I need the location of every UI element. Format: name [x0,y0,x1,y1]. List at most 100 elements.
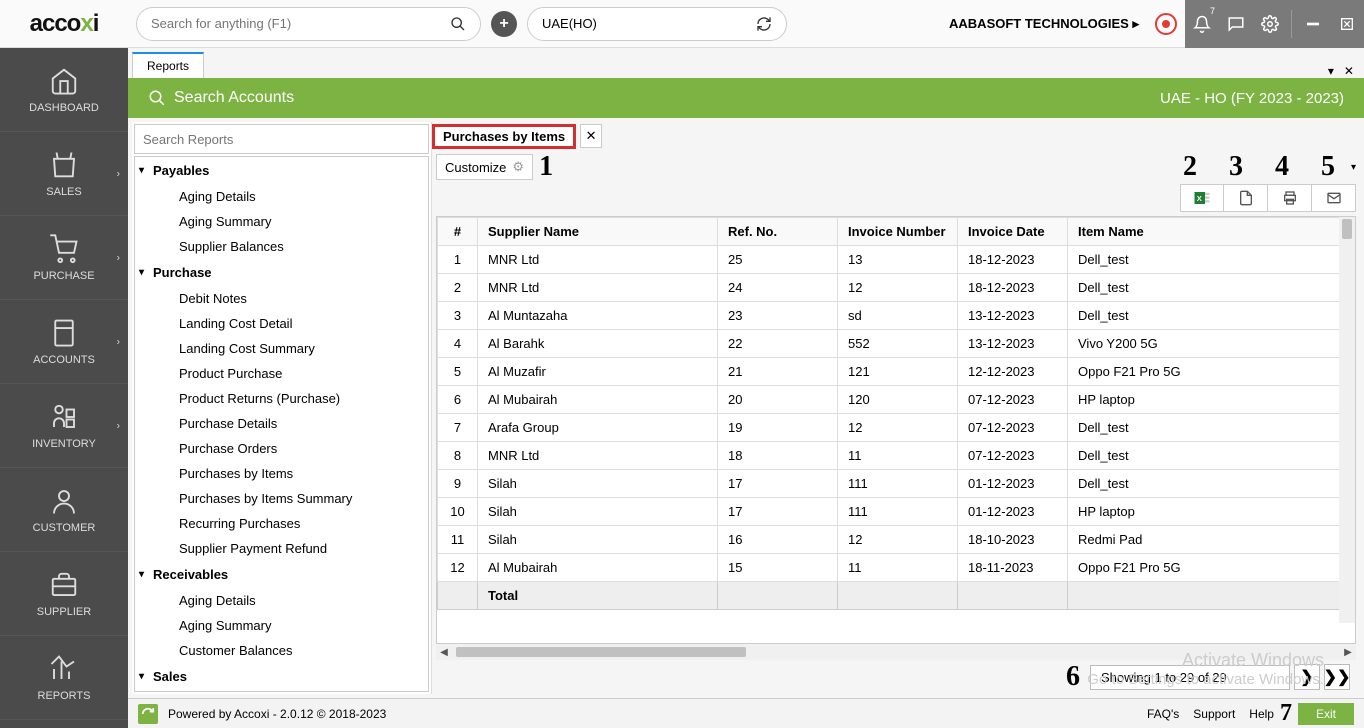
tree-leaf[interactable]: Supplier Balances [135,234,428,259]
col-num[interactable]: # [438,218,478,246]
table-row[interactable]: 12Al Mubairah151118-11-2023Oppo F21 Pro … [438,554,1355,582]
nav-label: PURCHASE [33,270,94,282]
tree-leaf[interactable]: Aging Details [135,184,428,209]
table-row[interactable]: 2MNR Ltd241218-12-2023Dell_test [438,274,1355,302]
pager-last[interactable]: ❯❯ [1324,664,1350,690]
settings-button[interactable] [1253,0,1287,48]
tree-leaf[interactable]: Aging Details [135,588,428,613]
company-name[interactable]: AABASOFT TECHNOLOGIES [949,16,1147,32]
support-link[interactable]: Support [1193,707,1235,721]
refresh-button[interactable] [138,704,158,724]
tree-group-sales[interactable]: Sales [135,663,428,690]
nav-label: ACCOUNTS [33,354,95,366]
tree-search-input[interactable] [135,125,428,153]
search-icon [148,89,166,107]
tree-leaf[interactable]: Supplier Payment Refund [135,536,428,561]
close-icon [1339,16,1355,32]
table-row[interactable]: 9Silah1711101-12-2023Dell_test [438,470,1355,498]
nav-purchase[interactable]: PURCHASE› [0,216,128,300]
nav-supplier[interactable]: SUPPLIER [0,552,128,636]
tree-leaf[interactable]: Customer Balances [135,638,428,663]
annotation-4: 4 [1275,151,1289,183]
nav-reports[interactable]: REPORTS [0,636,128,720]
horizontal-scrollbar[interactable]: ◀▶ [436,644,1356,660]
export-pdf-button[interactable] [1224,184,1268,212]
tree-leaf[interactable]: Purchases by Items Summary [135,486,428,511]
user-icon [49,486,79,516]
table-row[interactable]: 7Arafa Group191207-12-2023Dell_test [438,414,1355,442]
greenbar-title[interactable]: Search Accounts [174,89,294,107]
col-invoice-date[interactable]: Invoice Date [958,218,1068,246]
notifications-button[interactable]: 7 [1185,0,1219,48]
tree-leaf[interactable]: Purchase Orders [135,436,428,461]
search-icon [450,16,466,32]
table-row[interactable]: 1MNR Ltd251318-12-2023Dell_test [438,246,1355,274]
global-search[interactable] [136,7,481,41]
table-row[interactable]: 11Silah161218-10-2023Redmi Pad [438,526,1355,554]
tree-leaf[interactable]: Product Purchase [135,361,428,386]
cart-icon [49,234,79,264]
col-ref[interactable]: Ref. No. [718,218,838,246]
table-row[interactable]: 4Al Barahk2255213-12-2023Vivo Y200 5G [438,330,1355,358]
print-button[interactable] [1268,184,1312,212]
col-item[interactable]: Item Name [1068,218,1355,246]
tree-leaf[interactable]: Landing Cost Summary [135,336,428,361]
nav-accounts[interactable]: ACCOUNTS› [0,300,128,384]
nav-label: SALES [46,186,81,198]
help-link[interactable]: Help [1249,707,1274,721]
export-excel-button[interactable]: X [1180,184,1224,212]
annotation-5: 5 [1321,151,1335,183]
email-button[interactable] [1312,184,1356,212]
report-tab-close[interactable]: ✕ [580,124,602,148]
tree-leaf[interactable]: Recurring Purchases [135,511,428,536]
print-icon [1282,190,1298,206]
exit-button[interactable]: Exit [1298,703,1354,725]
fiscal-year: UAE - HO (FY 2023 - 2023) [1160,90,1344,107]
report-tab-active[interactable]: Purchases by Items [432,124,576,149]
briefcase-icon [49,570,79,600]
add-button[interactable]: + [491,11,517,37]
col-supplier[interactable]: Supplier Name [478,218,718,246]
nav-dashboard[interactable]: DASHBOARD [0,48,128,132]
alert-indicator[interactable] [1155,13,1177,35]
tab-reports[interactable]: Reports [132,52,204,78]
nav-customer[interactable]: CUSTOMER [0,468,128,552]
branch-selector[interactable]: UAE(HO) [527,7,787,41]
dropdown-caret-icon[interactable]: ▾ [1351,162,1356,173]
gear-icon [1261,15,1279,33]
report-table: # Supplier Name Ref. No. Invoice Number … [437,217,1355,610]
messages-button[interactable] [1219,0,1253,48]
col-invoice-no[interactable]: Invoice Number [838,218,958,246]
tree-leaf[interactable]: Product Returns (Purchase) [135,386,428,411]
table-row[interactable]: 3Al Muntazaha23sd13-12-2023Dell_test [438,302,1355,330]
window-controls[interactable]: ▾ ✕ [1328,64,1364,78]
tree-leaf[interactable]: Purchase Details [135,411,428,436]
tree-leaf[interactable]: Debit Notes [135,286,428,311]
tree-group-receivables[interactable]: Receivables [135,561,428,588]
tree-leaf[interactable]: Aging Summary [135,613,428,638]
faqs-link[interactable]: FAQ's [1147,707,1179,721]
vertical-scrollbar[interactable] [1339,217,1355,623]
tree-search[interactable] [134,124,429,154]
close-window-button[interactable] [1330,0,1364,48]
pager-next[interactable]: ❯ [1294,664,1320,690]
tree-group-purchase[interactable]: Purchase [135,259,428,286]
chat-icon [1227,15,1245,33]
table-row[interactable]: 6Al Mubairah2012007-12-2023HP laptop [438,386,1355,414]
global-search-input[interactable] [151,16,450,31]
tree-leaf[interactable]: Aging Summary [135,209,428,234]
table-row[interactable]: 5Al Muzafir2112112-12-2023Oppo F21 Pro 5… [438,358,1355,386]
customize-button[interactable]: Customize ⚙ [436,154,533,180]
table-header-row: # Supplier Name Ref. No. Invoice Number … [438,218,1355,246]
tree-group-payables[interactable]: Payables [135,157,428,184]
tree-leaf[interactable]: Landing Cost Detail [135,311,428,336]
nav-sales[interactable]: SALES› [0,132,128,216]
tree-leaf[interactable]: Purchases by Items [135,461,428,486]
table-row[interactable]: 10Silah1711101-12-2023HP laptop [438,498,1355,526]
home-icon [49,66,79,96]
minimize-button[interactable] [1296,0,1330,48]
table-row[interactable]: 8MNR Ltd181107-12-2023Dell_test [438,442,1355,470]
reports-tree[interactable]: Payables Aging Details Aging Summary Sup… [134,156,429,692]
nav-inventory[interactable]: INVENTORY› [0,384,128,468]
nav-label: SUPPLIER [37,606,91,618]
